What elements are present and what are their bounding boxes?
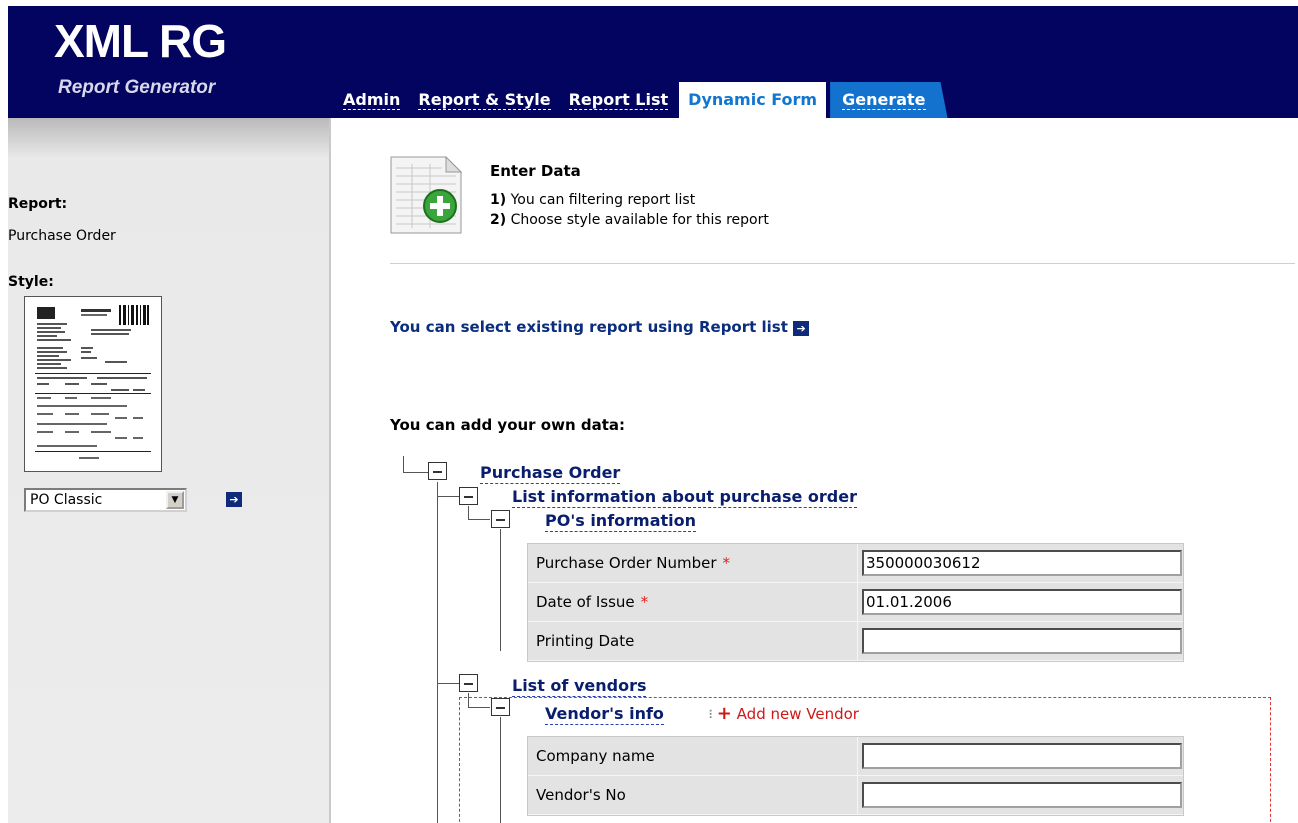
printing-date-label: Printing Date	[528, 622, 858, 661]
tree-connector	[437, 496, 459, 497]
add-spreadsheet-icon	[390, 156, 462, 234]
style-select-value: PO Classic	[30, 492, 103, 508]
table-row: Printing Date	[528, 622, 1183, 661]
tree-node-po-info-group[interactable]: List information about purchase order	[512, 488, 857, 508]
chevron-down-icon[interactable]: ▼	[166, 491, 184, 509]
sidebar: Report: Purchase Order Style: PO Classic…	[8, 118, 331, 823]
date-of-issue-input[interactable]: 01.01.2006	[862, 589, 1182, 615]
po-number-label-text: Purchase Order Number	[536, 554, 717, 572]
collapse-po-info-toggle[interactable]	[491, 510, 510, 528]
logo-title: XML RG	[54, 15, 227, 67]
company-name-label: Company name	[528, 737, 858, 776]
tab-admin-label: Admin	[343, 90, 401, 110]
date-of-issue-cell: 01.01.2006	[858, 583, 1183, 622]
report-label: Report:	[8, 196, 68, 212]
style-label: Style:	[8, 274, 54, 290]
report-value: Purchase Order	[8, 228, 116, 244]
vendor-info-fields-table: Company name Vendor's No	[527, 736, 1184, 816]
tree-connector	[437, 683, 459, 684]
printing-date-label-text: Printing Date	[536, 632, 635, 650]
tree-add-icon: ⠇	[708, 708, 717, 722]
date-of-issue-label-text: Date of Issue	[536, 593, 635, 611]
plus-icon: +	[716, 703, 732, 724]
select-existing-report-text: You can select existing report using Rep…	[390, 318, 788, 336]
select-existing-report-link[interactable]: You can select existing report using Rep…	[390, 318, 810, 336]
tree-node-vendors[interactable]: List of vendors	[512, 677, 647, 697]
printing-date-input[interactable]	[862, 628, 1182, 654]
tab-report-style[interactable]: Report & Style	[411, 82, 557, 118]
step-2: 2) Choose style available for this repor…	[490, 212, 769, 228]
tree-connector	[500, 529, 501, 651]
date-of-issue-label: Date of Issue *	[528, 583, 858, 622]
tab-dynamic-form-label: Dynamic Form	[688, 90, 818, 109]
add-own-data-heading: You can add your own data:	[390, 416, 626, 434]
required-marker: *	[722, 554, 731, 572]
table-row: Purchase Order Number * 350000030612	[528, 544, 1183, 583]
main-tabs: Admin Report & Style Report List Dynamic…	[336, 82, 952, 118]
arrow-right-icon[interactable]: ➔	[226, 492, 242, 507]
company-name-cell	[858, 737, 1183, 776]
tab-dynamic-form[interactable]: Dynamic Form	[679, 82, 827, 118]
po-info-fields-table: Purchase Order Number * 350000030612 Date…	[527, 543, 1184, 662]
tree-node-po-info[interactable]: PO's information	[545, 512, 697, 532]
step-2-text: Choose style available for this report	[510, 212, 769, 228]
table-row: Vendor's No	[528, 776, 1183, 815]
step-1-number: 1)	[490, 192, 507, 208]
tree-connector	[437, 482, 438, 823]
style-preview-thumbnail[interactable]	[24, 296, 162, 472]
document-preview-icon	[35, 305, 151, 459]
add-new-vendor-label: Add new Vendor	[736, 705, 859, 723]
tab-admin[interactable]: Admin	[336, 82, 407, 118]
vendor-no-input[interactable]	[862, 782, 1182, 808]
tab-report-list[interactable]: Report List	[562, 82, 676, 118]
po-number-input[interactable]: 350000030612	[862, 550, 1182, 576]
logo-subtitle: Report Generator	[58, 77, 216, 98]
divider	[390, 263, 1295, 264]
style-select[interactable]: PO Classic ▼	[24, 488, 187, 512]
tree-connector	[403, 472, 429, 473]
po-number-cell: 350000030612	[858, 544, 1183, 583]
arrow-right-icon[interactable]: ➔	[793, 321, 810, 336]
company-name-input[interactable]	[862, 743, 1182, 769]
step-1-text: You can filtering report list	[510, 192, 696, 208]
table-row: Company name	[528, 737, 1183, 776]
collapse-vendor-info-toggle[interactable]	[491, 698, 510, 716]
vendor-no-label: Vendor's No	[528, 776, 858, 815]
tree-connector	[468, 519, 490, 520]
tree-node-purchase-order[interactable]: Purchase Order	[480, 464, 621, 484]
tab-report-list-label: Report List	[568, 90, 669, 110]
tree-connector	[468, 506, 469, 520]
printing-date-cell	[858, 622, 1183, 661]
collapse-po-info-group-toggle[interactable]	[459, 487, 478, 505]
step-2-number: 2)	[490, 212, 507, 228]
collapse-vendors-toggle[interactable]	[459, 674, 478, 692]
add-new-vendor-button[interactable]: ⠇+ Add new Vendor	[708, 703, 859, 724]
tree-node-vendor-info[interactable]: Vendor's info	[545, 705, 664, 725]
tab-report-style-label: Report & Style	[418, 90, 551, 110]
collapse-purchase-order-toggle[interactable]	[428, 462, 447, 480]
tree-connector	[403, 456, 404, 472]
vendor-no-cell	[858, 776, 1183, 815]
enter-data-title: Enter Data	[490, 162, 581, 180]
tab-generate-label: Generate	[842, 90, 926, 110]
step-1: 1) You can filtering report list	[490, 192, 695, 208]
po-number-label: Purchase Order Number *	[528, 544, 858, 583]
table-row: Date of Issue * 01.01.2006	[528, 583, 1183, 622]
tab-generate[interactable]: Generate	[830, 82, 948, 118]
required-marker: *	[640, 593, 649, 611]
